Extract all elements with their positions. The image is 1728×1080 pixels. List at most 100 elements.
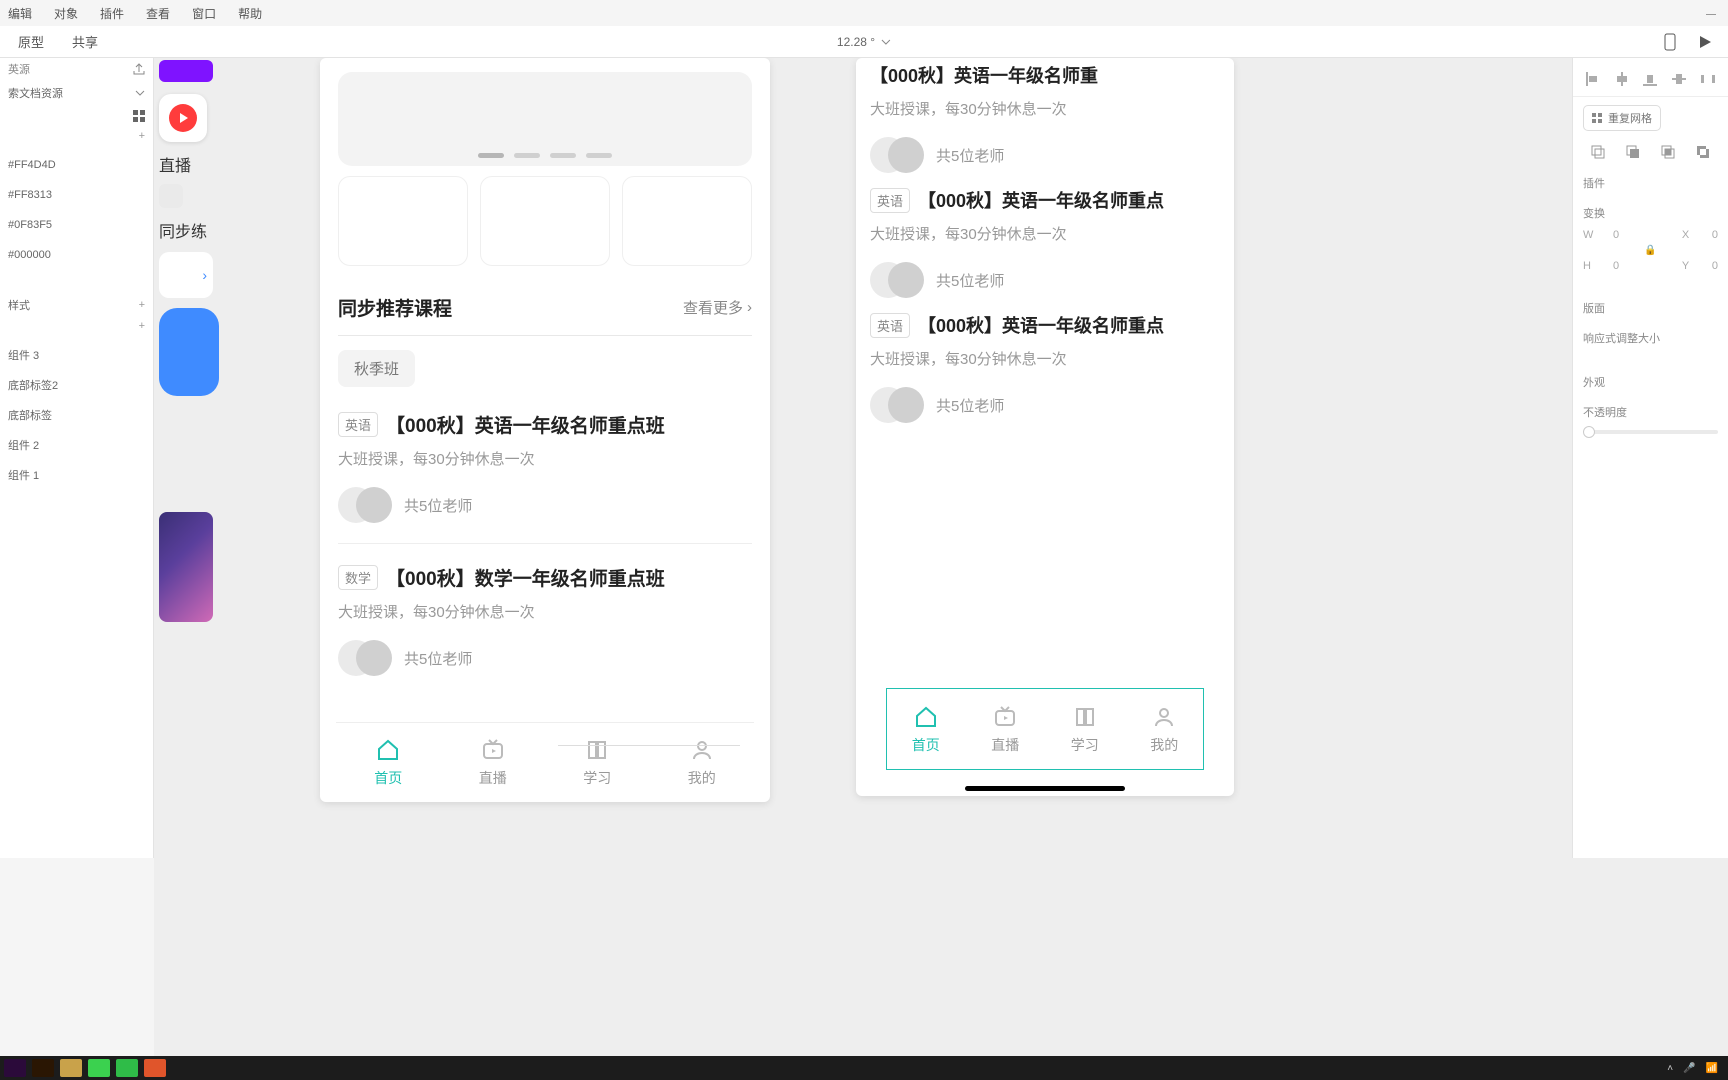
lock-icon[interactable]: 🔒	[1573, 245, 1728, 256]
taskbar-app[interactable]	[144, 1059, 166, 1077]
y-value[interactable]: 0	[1712, 260, 1718, 272]
taskbar-app[interactable]	[116, 1059, 138, 1077]
bool-exclude-icon[interactable]	[1696, 145, 1710, 159]
color-swatch[interactable]: #000000	[8, 249, 51, 261]
device-icon[interactable]	[1664, 33, 1676, 51]
menu-help[interactable]: 帮助	[238, 5, 262, 22]
menu-plugin[interactable]: 插件	[100, 5, 124, 22]
opacity-label: 不透明度	[1573, 394, 1728, 424]
artboard-home[interactable]: 同步推荐课程 查看更多 › 秋季班 英语 【000秋】英语一年级名师重点班 大班…	[320, 58, 770, 802]
chevron-down-icon	[881, 39, 891, 45]
course-item[interactable]: 英语 【000秋】英语一年级名师重点班 大班授课，每30分钟休息一次 共5位老师	[338, 401, 752, 554]
component-item[interactable]: 组件 2	[0, 430, 153, 460]
grid-view-icon[interactable]	[133, 110, 145, 122]
menu-object[interactable]: 对象	[54, 5, 78, 22]
tray-mic-icon[interactable]: 🎤	[1683, 1063, 1695, 1074]
course-item[interactable]: 英语 【000秋】英语一年级名师重点 大班授课，每30分钟休息一次 共5位老师	[870, 183, 1220, 308]
color-swatch[interactable]: #FF8313	[8, 189, 52, 201]
hero-carousel[interactable]	[338, 72, 752, 166]
menu-window[interactable]: 窗口	[192, 5, 216, 22]
teacher-avatars	[870, 387, 924, 423]
season-chip[interactable]: 秋季班	[338, 350, 415, 387]
taskbar-app[interactable]	[60, 1059, 82, 1077]
component-item[interactable]: 底部标签2	[0, 370, 153, 400]
add-style-button[interactable]: +	[0, 320, 153, 340]
align-left-icon[interactable]	[1586, 72, 1600, 86]
subject-badge: 数学	[338, 565, 378, 590]
quick-entry[interactable]	[622, 176, 752, 266]
bottom-tabbar-selected[interactable]: 首页 直播 学习 我的	[886, 688, 1204, 770]
color-swatch[interactable]: #0F83F5	[8, 219, 52, 231]
left-panel: 英源 索文档资源 + #FF4D4D #FF8313 #0F83F5 #0000…	[0, 58, 154, 858]
top-toolbar: 原型 共享 12.28 °	[0, 26, 1728, 58]
canvas[interactable]: 直播 同步练 › 同步推荐课程 查看更多 › 秋	[154, 58, 1728, 1080]
align-bottom-icon[interactable]	[1643, 72, 1657, 86]
minimize-icon[interactable]	[1706, 14, 1716, 15]
subject-badge: 英语	[870, 188, 910, 213]
tray-wifi-icon[interactable]: 📶	[1706, 1063, 1718, 1074]
quick-entry[interactable]	[338, 176, 468, 266]
tab-live[interactable]: 直播	[441, 723, 546, 802]
teacher-avatars	[338, 640, 392, 676]
mode-prototype[interactable]: 原型	[18, 32, 44, 51]
play-tile-icon	[159, 94, 207, 142]
purple-chip-icon	[159, 60, 213, 82]
width-value[interactable]: 0	[1613, 229, 1619, 241]
tab-live[interactable]: 直播	[966, 689, 1046, 770]
menu-view[interactable]: 查看	[146, 5, 170, 22]
course-item[interactable]: 【000秋】英语一年级名师重 大班授课，每30分钟休息一次 共5位老师	[870, 58, 1220, 183]
home-indicator	[965, 786, 1125, 791]
tab-profile[interactable]: 我的	[650, 723, 755, 802]
menu-edit[interactable]: 编辑	[8, 5, 32, 22]
artboard-list[interactable]: 【000秋】英语一年级名师重 大班授课，每30分钟休息一次 共5位老师 英语 【…	[856, 58, 1234, 796]
taskbar-app[interactable]	[4, 1059, 26, 1077]
tab-home[interactable]: 首页	[336, 723, 441, 802]
assets-label: 英源	[8, 61, 30, 77]
zoom-control[interactable]: 12.28 °	[837, 35, 891, 49]
course-item[interactable]: 数学 【000秋】数学一年级名师重点班 大班授课，每30分钟休息一次 共5位老师	[338, 554, 752, 686]
align-center-v-icon[interactable]	[1672, 72, 1686, 86]
grey-tile-icon	[159, 184, 183, 208]
distribute-h-icon[interactable]	[1701, 72, 1715, 86]
component-item[interactable]: 组件 3	[0, 340, 153, 370]
doc-assets[interactable]: 索文档资源	[8, 85, 63, 101]
tray-chevron-icon[interactable]: ˄	[1667, 1063, 1673, 1074]
height-value[interactable]: 0	[1613, 260, 1619, 272]
carousel-dots	[478, 153, 612, 158]
zoom-value: 12.28 °	[837, 35, 875, 49]
tab-profile[interactable]: 我的	[1125, 689, 1205, 770]
bool-subtract-icon[interactable]	[1626, 145, 1640, 159]
export-icon[interactable]	[133, 63, 145, 75]
play-icon[interactable]	[1698, 35, 1712, 49]
align-center-h-icon[interactable]	[1615, 72, 1629, 86]
taskbar-app[interactable]	[32, 1059, 54, 1077]
repeat-grid-button[interactable]: 重复网格	[1583, 105, 1661, 131]
subject-badge: 英语	[338, 412, 378, 437]
color-swatch[interactable]: #FF4D4D	[8, 159, 56, 171]
transform-label: 变换	[1573, 195, 1728, 225]
see-more-link[interactable]: 查看更多 ›	[683, 297, 752, 318]
bool-intersect-icon[interactable]	[1661, 145, 1675, 159]
teacher-avatars	[870, 262, 924, 298]
x-value[interactable]: 0	[1712, 229, 1718, 241]
component-item[interactable]: 组件 1	[0, 460, 153, 490]
add-color-button[interactable]: +	[0, 130, 153, 150]
course-item[interactable]: 英语 【000秋】英语一年级名师重点 大班授课，每30分钟休息一次 共5位老师	[870, 308, 1220, 433]
course-desc: 大班授课，每30分钟休息一次	[870, 98, 1220, 119]
chevron-down-icon[interactable]	[135, 90, 145, 96]
tab-study[interactable]: 学习	[1045, 689, 1125, 770]
tab-study[interactable]: 学习	[545, 723, 650, 802]
quick-entry[interactable]	[480, 176, 610, 266]
mode-share[interactable]: 共享	[72, 32, 98, 51]
user-icon	[1152, 705, 1176, 729]
opacity-slider[interactable]	[1583, 430, 1718, 434]
tv-icon	[481, 738, 505, 762]
course-title-text: 【000秋】英语一年级名师重点	[918, 187, 1164, 213]
menubar: 编辑 对象 插件 查看 窗口 帮助	[0, 0, 1728, 26]
component-item[interactable]: 底部标签	[0, 400, 153, 430]
bool-union-icon[interactable]	[1591, 145, 1605, 159]
peek-live-label: 直播	[159, 152, 219, 176]
tab-home[interactable]: 首页	[886, 689, 966, 770]
canvas-symbols-peek: 直播 同步练 ›	[159, 60, 219, 622]
taskbar-app[interactable]	[88, 1059, 110, 1077]
